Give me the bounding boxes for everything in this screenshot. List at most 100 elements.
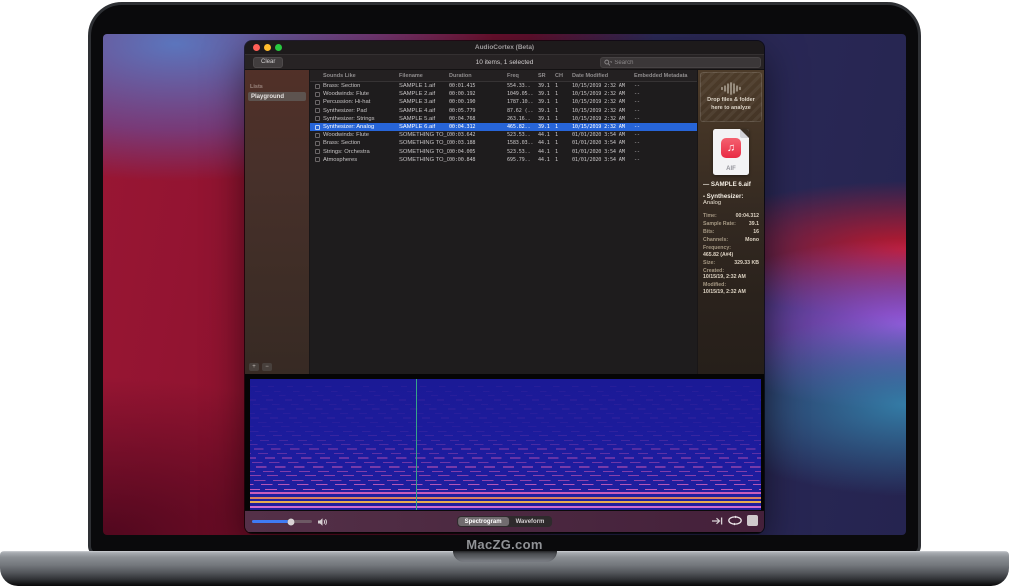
column-header[interactable]: Sounds Like bbox=[323, 73, 399, 79]
cell-sr: 39.1 bbox=[538, 83, 555, 89]
cell-date_modified: 01/01/2020 3:54 AM bbox=[572, 132, 634, 138]
playhead[interactable] bbox=[416, 379, 417, 510]
cell-freq: 1583.03.. bbox=[507, 140, 538, 146]
samples-table: Sounds LikeFilenameDurationFreqSRCHDate … bbox=[310, 70, 697, 374]
cell-sr: 44.1 bbox=[538, 132, 555, 138]
cell-duration: 00:00.192 bbox=[449, 91, 507, 97]
cell-sr: 39.1 bbox=[538, 108, 555, 114]
spectrogram-harmonic-line bbox=[250, 501, 761, 503]
cell-embedded: -- bbox=[634, 124, 697, 130]
row-checkbox[interactable] bbox=[315, 116, 320, 121]
table-header-row[interactable]: Sounds LikeFilenameDurationFreqSRCHDate … bbox=[310, 70, 697, 82]
cell-embedded: -- bbox=[634, 91, 697, 97]
spectrogram-harmonic-line bbox=[250, 448, 761, 449]
spectrogram-harmonic-line bbox=[250, 395, 761, 396]
spectrogram-harmonic-line bbox=[250, 413, 761, 414]
table-row[interactable]: Synthesizer: StringsSAMPLE 5.aif00:04.76… bbox=[310, 115, 697, 123]
row-checkbox[interactable] bbox=[315, 149, 320, 154]
dropzone[interactable]: Drop files & folder here to analyze bbox=[700, 72, 762, 122]
speaker-icon[interactable] bbox=[317, 517, 328, 527]
table-row[interactable]: Brass: SectionSAMPLE 1.aif00:01.415554.3… bbox=[310, 82, 697, 90]
spectrogram-harmonic-line bbox=[250, 426, 761, 427]
table-row[interactable]: Woodwinds: FluteSAMPLE 2.aif00:00.192104… bbox=[310, 90, 697, 98]
row-checkbox[interactable] bbox=[315, 157, 320, 162]
column-header[interactable]: Filename bbox=[399, 73, 449, 79]
window-titlebar[interactable]: AudioCortex (Beta) bbox=[245, 41, 764, 54]
table-row[interactable]: Strings: OrchestraSOMETHING TO_003-4..00… bbox=[310, 148, 697, 156]
column-header[interactable]: Date Modified bbox=[572, 73, 634, 79]
field-label: Bits: bbox=[703, 229, 715, 236]
skip-to-end-icon[interactable] bbox=[711, 516, 723, 526]
spectrogram-harmonic-line bbox=[250, 431, 761, 432]
row-checkbox[interactable] bbox=[315, 141, 320, 146]
cell-filename: SOMETHING TO_002-4.. bbox=[399, 140, 449, 146]
cell-sounds_like: Percussion: Hi-hat bbox=[323, 99, 399, 105]
toolbar: Clear 10 items, 1 selected bbox=[245, 54, 764, 70]
column-header[interactable]: Freq bbox=[507, 73, 538, 79]
cell-date_modified: 10/15/2019 2:32 AM bbox=[572, 124, 634, 130]
spectrogram-harmonic-line bbox=[250, 489, 761, 490]
loop-icon[interactable] bbox=[727, 515, 743, 526]
column-header[interactable]: Duration bbox=[449, 73, 507, 79]
table-row[interactable]: AtmospheresSOMETHING TO_004-4..00:00.848… bbox=[310, 156, 697, 164]
tab-waveform[interactable]: Waveform bbox=[509, 517, 552, 526]
add-list-button[interactable]: + bbox=[249, 363, 259, 371]
sidebar-footer: + − bbox=[249, 363, 272, 371]
row-checkbox[interactable] bbox=[315, 125, 320, 130]
row-checkbox[interactable] bbox=[315, 84, 320, 89]
spectrogram-harmonic-line bbox=[250, 444, 761, 445]
remove-list-button[interactable]: − bbox=[262, 363, 272, 371]
search-input[interactable] bbox=[614, 60, 757, 66]
metadata-field: Bits:16 bbox=[703, 229, 759, 236]
table-row[interactable]: Percussion: Hi-hatSAMPLE 3.aif00:00.1901… bbox=[310, 98, 697, 106]
spectrogram-frame bbox=[245, 374, 764, 510]
cell-filename: SAMPLE 3.aif bbox=[399, 99, 449, 105]
spectrogram-harmonic-line bbox=[250, 440, 761, 441]
cell-ch: 1 bbox=[555, 149, 572, 155]
volume-slider[interactable] bbox=[252, 520, 312, 523]
cell-duration: 00:05.779 bbox=[449, 108, 507, 114]
table-row[interactable]: Synthesizer: AnalogSAMPLE 6.aif00:04.312… bbox=[310, 123, 697, 131]
row-checkbox[interactable] bbox=[315, 100, 320, 105]
row-checkbox[interactable] bbox=[315, 108, 320, 113]
spectrogram-harmonic-line bbox=[250, 422, 761, 423]
row-checkbox[interactable] bbox=[315, 133, 320, 138]
metadata-field: Channels:Mono bbox=[703, 237, 759, 244]
cell-ch: 1 bbox=[555, 108, 572, 114]
minimize-button-icon[interactable] bbox=[264, 44, 271, 51]
cell-freq: 523.53.. bbox=[507, 149, 538, 155]
close-button-icon[interactable] bbox=[253, 44, 260, 51]
spectrogram-harmonic-line bbox=[250, 391, 761, 392]
column-header[interactable]: SR bbox=[538, 73, 555, 79]
search-field[interactable] bbox=[600, 57, 761, 68]
column-header[interactable]: CH bbox=[555, 73, 572, 79]
spectrogram-harmonic-line bbox=[250, 386, 761, 387]
music-note-icon: ♫ bbox=[721, 138, 741, 158]
stop-button[interactable] bbox=[747, 515, 758, 526]
column-header[interactable]: Embedded Metadata bbox=[634, 73, 697, 79]
cell-duration: 00:03.188 bbox=[449, 140, 507, 146]
sidebar-item-playground[interactable]: Playground bbox=[248, 92, 306, 101]
row-checkbox[interactable] bbox=[315, 92, 320, 97]
table-row[interactable]: Brass: SectionSOMETHING TO_002-4..00:03.… bbox=[310, 139, 697, 147]
tab-spectrogram[interactable]: Spectrogram bbox=[458, 517, 509, 526]
clear-button[interactable]: Clear bbox=[253, 57, 283, 68]
cell-sounds_like: Strings: Orchestra bbox=[323, 149, 399, 155]
zoom-button-icon[interactable] bbox=[275, 44, 282, 51]
cell-sr: 44.1 bbox=[538, 149, 555, 155]
table-row[interactable]: Woodwinds: FluteSOMETHING TO_001-4..00:0… bbox=[310, 131, 697, 139]
field-value: 329.33 KB bbox=[734, 260, 759, 267]
field-value: 39.1 bbox=[749, 221, 759, 228]
cell-embedded: -- bbox=[634, 149, 697, 155]
dropzone-text: Drop files & folder here to analyze bbox=[707, 97, 755, 111]
field-label: Size: bbox=[703, 260, 715, 267]
cell-freq: 1787.10.. bbox=[507, 99, 538, 105]
aif-file-icon[interactable]: ♫ AIF bbox=[713, 129, 749, 175]
cell-duration: 00:00.848 bbox=[449, 157, 507, 163]
volume-slider-thumb[interactable] bbox=[288, 518, 295, 525]
spectrogram[interactable] bbox=[250, 379, 761, 510]
table-row[interactable]: Synthesizer: PadSAMPLE 4.aif00:05.77987.… bbox=[310, 107, 697, 115]
cell-freq: 554.33.. bbox=[507, 83, 538, 89]
cell-sr: 39.1 bbox=[538, 99, 555, 105]
cell-ch: 1 bbox=[555, 124, 572, 130]
